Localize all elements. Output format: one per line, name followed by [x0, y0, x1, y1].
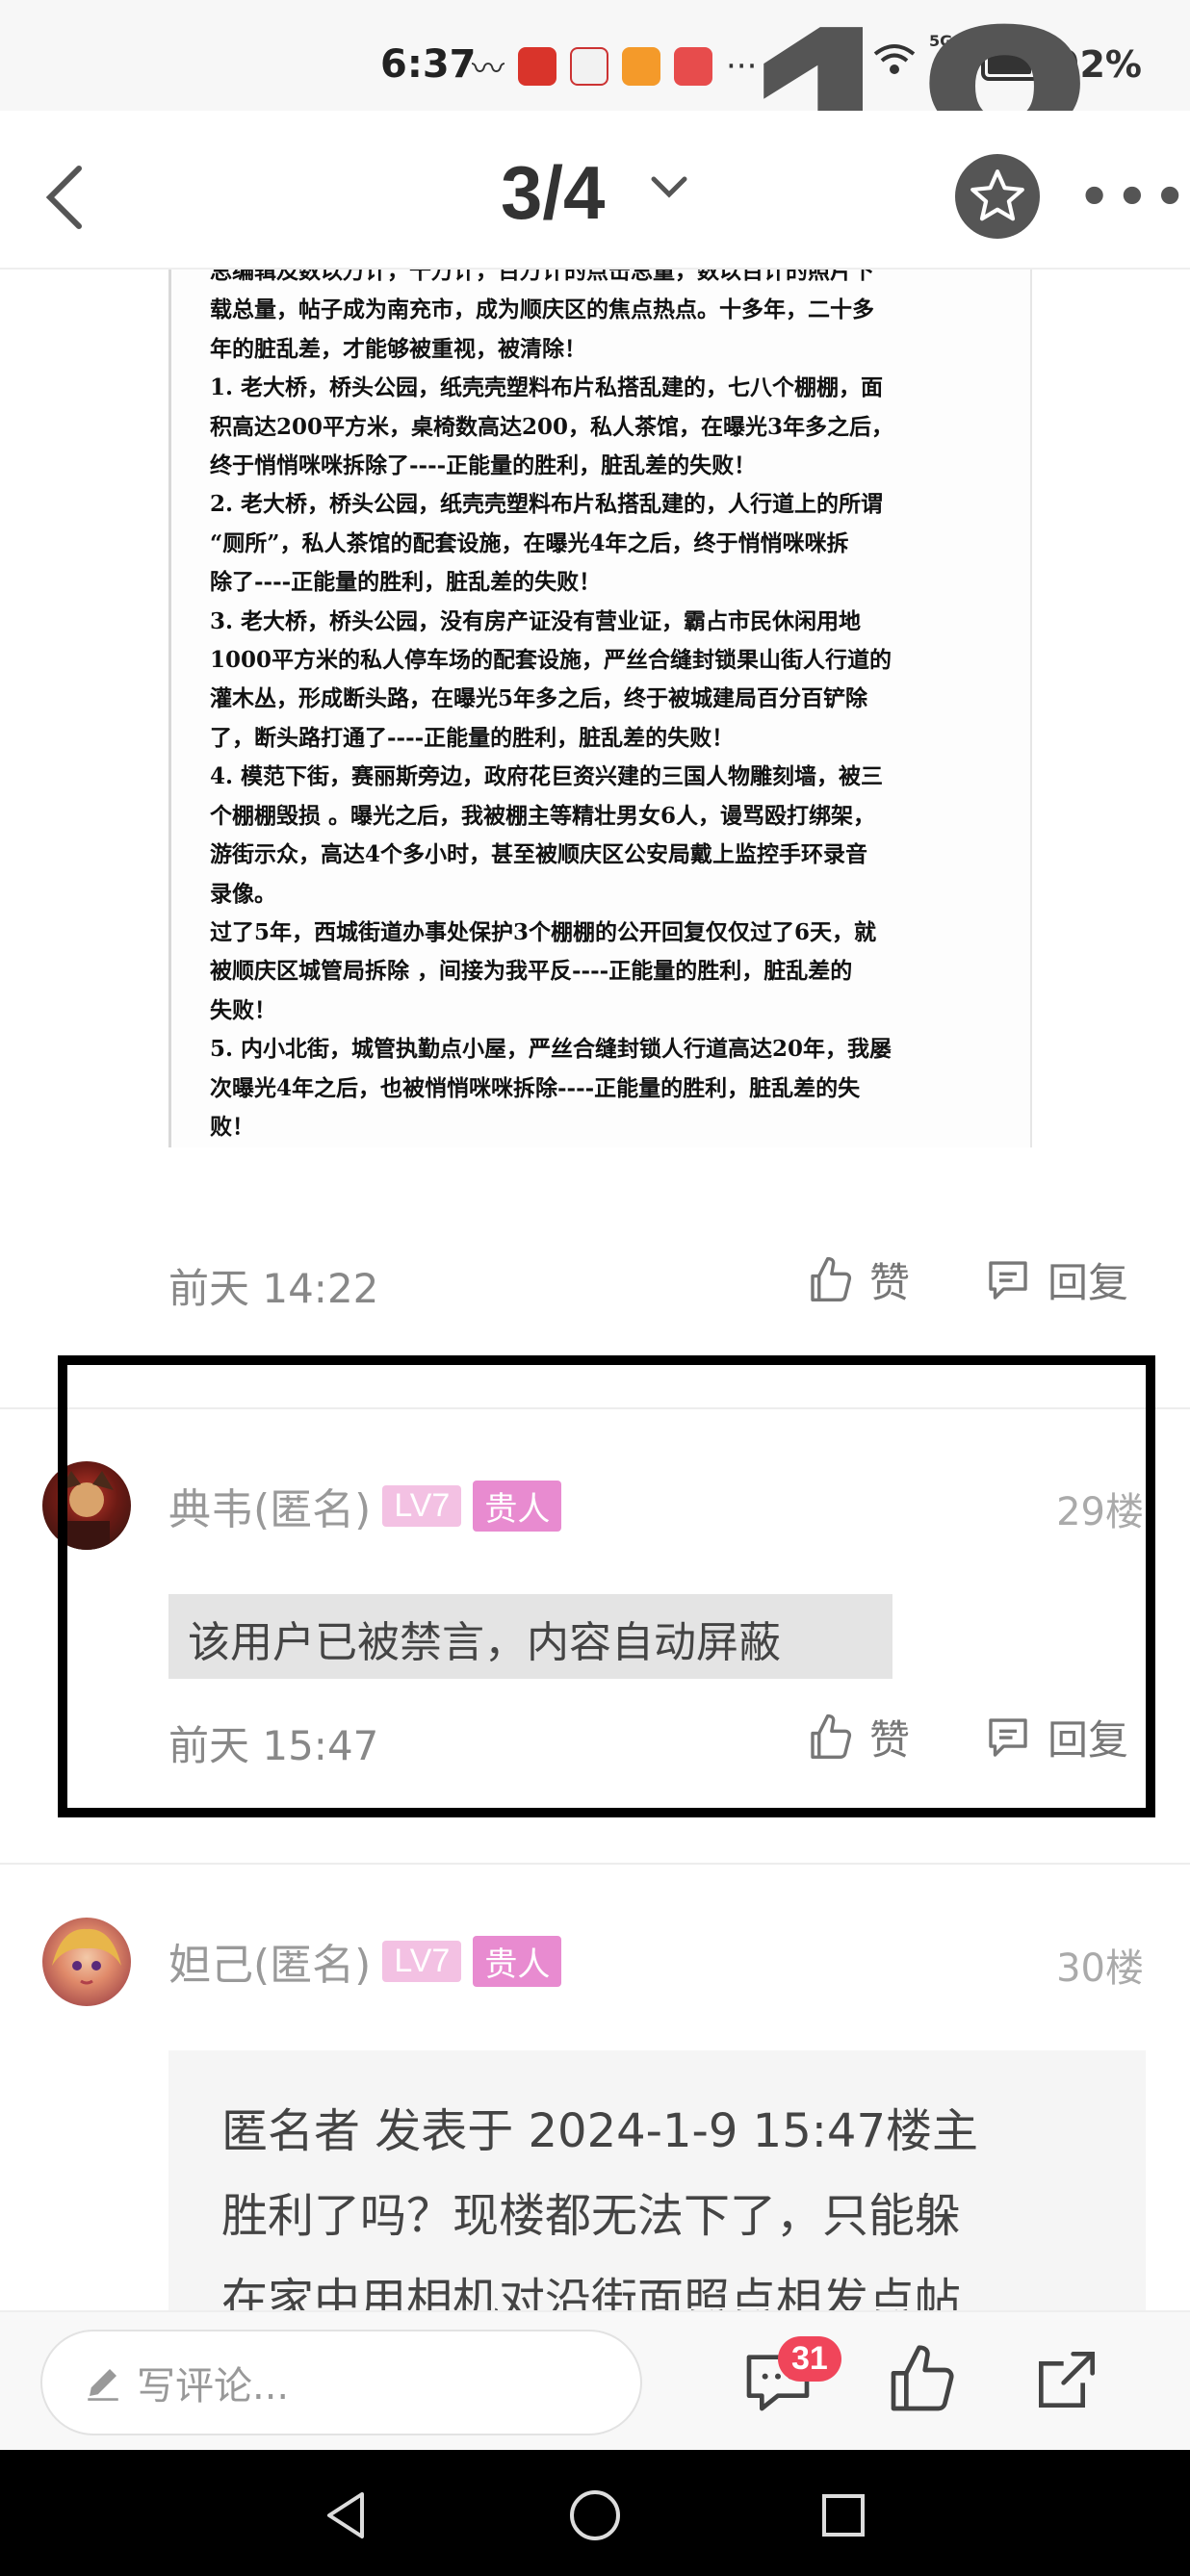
quote-line: 在家中用相机对沿街面照点相发点帖: [221, 2274, 962, 2310]
quote-line: 胜利了吗？现楼都无法下了，只能躲: [221, 2189, 962, 2243]
status-notification-icons: 〰 ···: [472, 42, 757, 90]
recents-square-icon[interactable]: [815, 2486, 872, 2544]
quoted-reply[interactable]: 匿名者 发表于 2024-1-9 15:47楼主 胜利了吗？现楼都无法下了，只能…: [168, 2050, 1146, 2310]
like-button[interactable]: 赞: [804, 1250, 910, 1309]
app-icon-book: [674, 46, 712, 86]
page-indicator[interactable]: 3/4: [501, 149, 605, 237]
comment-input[interactable]: 写评论...: [40, 2330, 642, 2435]
post-image-line: 载总量，帖子成为南充市，成为顺庆区的焦点热点。十多年，二十多: [210, 296, 874, 323]
post-image-line: 败！: [210, 1113, 254, 1140]
post-image-line: 被顺庆区城管局拆除 ，间接为我平反----正能量的胜利，脏乱差的: [210, 958, 853, 985]
back-button[interactable]: [37, 159, 94, 236]
comment-count-badge: 31: [778, 2336, 841, 2382]
post-image-line: 终于悄悄咪咪拆除了----正能量的胜利，脏乱差的失败！: [210, 452, 757, 479]
reply-button[interactable]: 回复: [982, 1250, 1128, 1309]
status-bar: 6:37 〰 ··· ◉ 5G 92% 18: [0, 0, 1190, 303]
post-image-line: 游街示众，高达4个多小时，甚至被顺庆区公安局戴上监控手环录音: [210, 841, 868, 868]
status-time: 6:37: [380, 42, 477, 87]
post-image-line: 了，断头路打通了----正能量的胜利，脏乱差的失败！: [210, 724, 735, 751]
post-meta-row: 前天 14:22 赞 回复: [168, 1256, 1146, 1314]
post-image-line: 过了5年，西城街道办事处保护3个棚棚的公开回复仅仅过了6天，就: [210, 918, 877, 945]
post-image-line: 3. 老大桥，桥头公园，没有房产证没有营业证，霸占市民休闲用地: [210, 607, 862, 634]
post-time: 前天 14:22: [168, 1265, 379, 1312]
post-image-line: 1000平方米的私人停车场的配套设施，严丝合缝封锁果山街人行道的: [210, 647, 892, 674]
top-nav-bar: 3/4 •••: [0, 111, 1190, 270]
highlight-annotation-box: [58, 1355, 1155, 1817]
avatar[interactable]: [42, 1918, 131, 2006]
star-icon: [970, 169, 1024, 221]
like-label: 赞: [869, 1259, 911, 1306]
level-badge: LV7: [382, 1940, 462, 1982]
post-image-line: 4. 模范下街，赛丽斯旁边，政府花巨资兴建的三国人物雕刻墙，被三: [210, 763, 884, 790]
vpn-icon: 〰: [472, 50, 504, 89]
back-triangle-icon[interactable]: [318, 2486, 375, 2544]
comment-header: 妲己(匿名) LV7 贵人: [168, 1930, 562, 1992]
quote-text: 匿名者 发表于 2024-1-9 15:47楼主 胜利了吗？现楼都无法下了，只能…: [221, 2089, 1098, 2310]
post-image-line: 积高达200平方米，桌椅数高达200，私人茶馆，在曝光3年多之后，: [210, 413, 894, 440]
more-options-button[interactable]: •••: [1078, 168, 1190, 226]
post-image-line: 2. 老大桥，桥头公园，纸壳壳塑料布片私搭乱建的，人行道上的所谓: [210, 491, 884, 518]
post-image-text: 总编辑及数以万计，千万计，百万计的点击总量，数以百计的照片下载总量，帖子成为南充…: [210, 270, 1009, 1146]
reply-label: 回复: [1048, 1259, 1129, 1306]
post-image-line: 1. 老大桥，桥头公园，纸壳壳塑料布片私搭乱建的，七八个棚棚，面: [210, 374, 884, 401]
quote-line: 匿名者 发表于 2024-1-9 15:47楼主: [221, 2104, 978, 2158]
pencil-icon: [88, 2369, 118, 2401]
post-image-line: 次曝光4年之后，也被悄悄咪咪拆除----正能量的胜利，脏乱差的失: [210, 1074, 861, 1101]
comment-icon: [989, 1260, 1027, 1300]
app-icon-red: [518, 46, 556, 86]
username[interactable]: 妲己(匿名): [168, 1930, 371, 1992]
post-image-line: “厕所”，私人茶馆的配套设施，在曝光4年之后，终于悄悄咪咪拆: [210, 529, 849, 556]
post-image: 总编辑及数以万计，千万计，百万计的点击总量，数以百计的照片下载总量，帖子成为南充…: [168, 270, 1032, 1147]
divider: [0, 1863, 1190, 1865]
post-image-line: 失败！: [210, 996, 276, 1023]
post-image-line: 灌木丛，形成断头路，在曝光5年多之后，终于被城建局百分百铲除: [210, 685, 868, 712]
chevron-down-icon[interactable]: [650, 173, 688, 202]
home-circle-icon[interactable]: [566, 2486, 624, 2544]
comment-placeholder: 写评论...: [137, 2364, 290, 2409]
bottom-action-bar: 写评论... 31: [0, 2310, 1190, 2450]
post-image-line: 5. 内小北街，城管执勤点小屋，严丝合缝封锁人行道高达20年，我屡: [210, 1036, 892, 1063]
share-icon[interactable]: [1028, 2341, 1105, 2418]
app-icon-sina: [570, 46, 608, 86]
thumbs-up-icon: [811, 1256, 852, 1301]
post-image-line: 除了----正能量的胜利，脏乱差的失败！: [210, 569, 602, 596]
system-navigation-bar: [0, 2450, 1190, 2576]
post-image-line: 录像。: [210, 880, 276, 907]
thumbs-up-icon[interactable]: [884, 2341, 961, 2418]
app-icon-orange: [622, 46, 660, 86]
vip-badge: 贵人: [473, 1935, 562, 1987]
favorite-button[interactable]: [955, 154, 1040, 239]
chevron-left-icon: [45, 166, 82, 229]
post-image-line: 总编辑及数以万计，千万计，百万计的点击总量，数以百计的照片下: [210, 270, 874, 284]
post-image-line: 年的脏乱差，才能够被重视，被清除！: [210, 335, 586, 362]
floor-number: 30楼: [1056, 1946, 1144, 1991]
post-image-line: 个棚棚毁损 。曝光之后，我被棚主等精壮男女6人，谩骂殴打绑架，: [210, 802, 876, 829]
